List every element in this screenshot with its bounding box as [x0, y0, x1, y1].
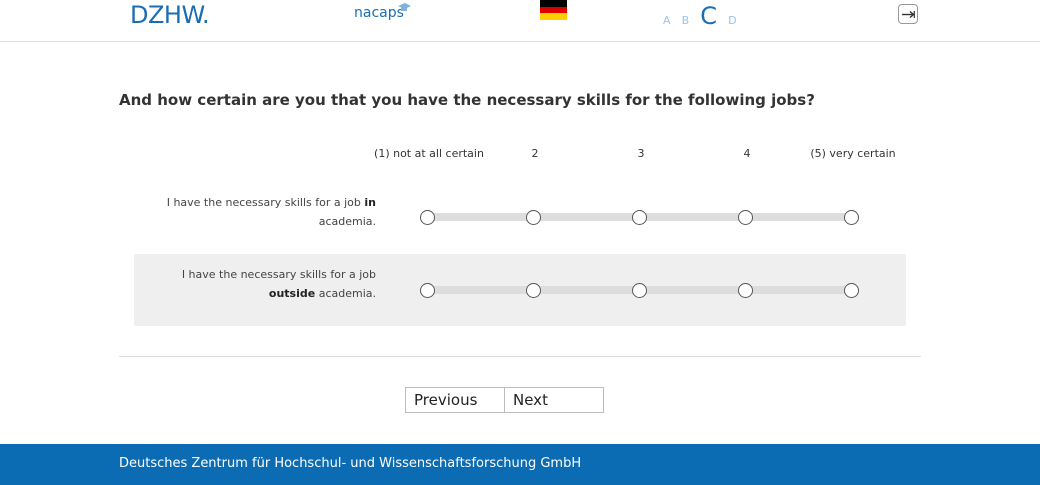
item-label-outside-bold: outside: [268, 287, 316, 300]
scale-label-1: (1) not at all certain: [374, 147, 484, 160]
radio-outside-3[interactable]: [632, 283, 647, 298]
question-text: And how certain are you that you have th…: [119, 91, 815, 109]
content-divider: [119, 356, 921, 357]
font-size-b[interactable]: B: [682, 14, 690, 27]
page-footer: Deutsches Zentrum für Hochschul- und Wis…: [0, 444, 1040, 485]
german-flag-language-switch[interactable]: [540, 0, 567, 20]
scale-label-2: 2: [531, 147, 539, 160]
footer-institution-text: Deutsches Zentrum für Hochschul- und Wis…: [119, 456, 582, 471]
radio-academia-3[interactable]: [632, 210, 647, 225]
scale-label-4: 4: [743, 147, 751, 160]
radio-outside-2[interactable]: [526, 283, 541, 298]
item-label-outside-post: academia.: [315, 287, 376, 300]
item-label-academia: I have the necessary skills for a job in…: [136, 193, 376, 231]
font-size-selector: A B C D: [663, 2, 743, 30]
radio-academia-4[interactable]: [738, 210, 753, 225]
logout-arrow-icon: [902, 10, 915, 19]
previous-button[interactable]: Previous: [405, 387, 505, 413]
logout-button[interactable]: [898, 4, 918, 24]
radio-academia-5[interactable]: [844, 210, 859, 225]
radio-outside-1[interactable]: [420, 283, 435, 298]
item-label-outside-academia: I have the necessary skills for a job ou…: [136, 265, 376, 303]
page-header: DZHW. nacaps A B C D: [0, 0, 1040, 42]
next-button[interactable]: Next: [504, 387, 604, 413]
font-size-c[interactable]: C: [700, 2, 717, 30]
dzhw-logo[interactable]: DZHW.: [130, 0, 210, 30]
item-label-academia-bold: in: [364, 196, 376, 209]
item-label-academia-post: academia.: [318, 215, 376, 228]
scale-label-3: 3: [637, 147, 645, 160]
flag-stripe-black: [540, 0, 567, 7]
nacaps-logo[interactable]: nacaps: [354, 3, 411, 23]
graduation-cap-icon: [398, 3, 411, 11]
item-label-academia-pre: I have the necessary skills for a job: [166, 196, 365, 209]
flag-stripe-red: [540, 6, 567, 14]
flag-stripe-gold: [540, 13, 567, 20]
radio-outside-4[interactable]: [738, 283, 753, 298]
font-size-d[interactable]: D: [728, 14, 736, 27]
radio-outside-5[interactable]: [844, 283, 859, 298]
radio-academia-1[interactable]: [420, 210, 435, 225]
radio-academia-2[interactable]: [526, 210, 541, 225]
scale-label-5: (5) very certain: [810, 147, 896, 160]
font-size-a[interactable]: A: [663, 14, 671, 27]
item-label-outside-pre: I have the necessary skills for a job: [181, 268, 376, 281]
